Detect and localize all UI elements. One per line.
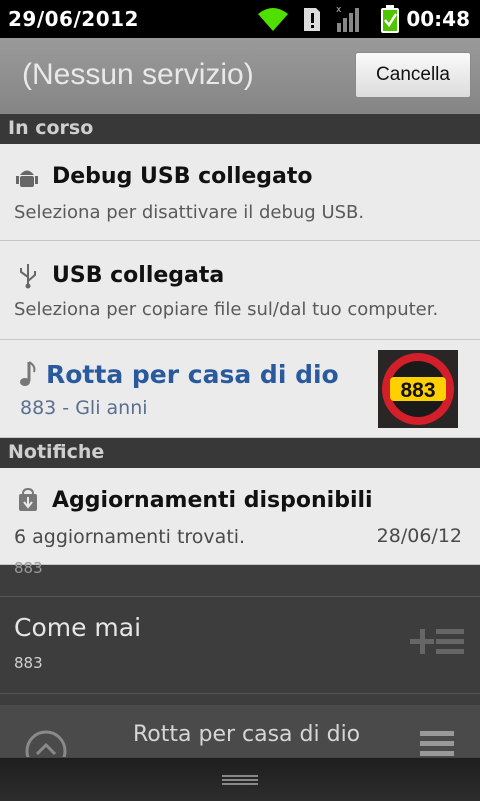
android-debug-icon: [16, 170, 38, 187]
now-playing-bar[interactable]: Rotta per casa di dio: [0, 705, 480, 765]
notification-date: 28/06/12: [376, 525, 462, 547]
signal-icon: x: [336, 5, 359, 32]
list-divider: [0, 596, 480, 597]
notification-updates[interactable]: Aggiornamenti disponibili 6 aggiornament…: [0, 468, 480, 565]
partial-artist-label: 883: [14, 559, 43, 577]
section-notifications: Notifiche: [0, 438, 480, 468]
music-track-title: Rotta per casa di dio: [46, 360, 339, 389]
music-artist-album: 883 - Gli anni: [20, 397, 148, 419]
svg-text:x: x: [336, 5, 342, 15]
notification-title: Debug USB collegato: [52, 164, 313, 189]
background-music-list: 883 Come mai 883 Rotta per casa di dio: [0, 559, 480, 765]
battery-icon: [381, 5, 399, 33]
notification-subtitle: Seleziona per copiare file sul/dal tuo c…: [14, 299, 439, 320]
notification-usb-connected[interactable]: USB collegata Seleziona per copiare file…: [0, 241, 480, 340]
notification-usb-debug[interactable]: Debug USB collegato Seleziona per disatt…: [0, 144, 480, 241]
album-art-883-logo: 883: [378, 350, 458, 428]
status-time: 00:48: [406, 7, 470, 31]
panel-drag-handle[interactable]: [0, 757, 480, 801]
playlist-icon[interactable]: [420, 729, 456, 759]
alert-icon: [304, 8, 320, 31]
song-title: Come mai: [14, 613, 142, 642]
notification-subtitle: 6 aggiornamenti trovati.: [14, 526, 246, 548]
drag-handle-icon: [222, 775, 258, 785]
carrier-label: (Nessun servizio): [22, 58, 254, 91]
list-divider: [0, 693, 480, 694]
download-bag-icon: [19, 488, 37, 511]
notification-title: USB collegata: [52, 263, 225, 288]
notification-title: Aggiornamenti disponibili: [52, 488, 373, 513]
status-date: 29/06/2012: [8, 7, 139, 31]
now-playing-title: Rotta per casa di dio: [133, 722, 361, 747]
music-note-icon: [20, 361, 36, 386]
svg-text:883: 883: [400, 379, 435, 402]
section-ongoing: In corso: [0, 114, 480, 144]
usb-icon: [20, 264, 36, 289]
album-art: 883: [378, 350, 458, 428]
status-bar: 29/06/2012 x 00:48: [0, 0, 480, 38]
notification-header: (Nessun servizio) Cancella: [0, 38, 480, 114]
wifi-icon: [258, 8, 288, 31]
chevron-up-icon[interactable]: [24, 729, 68, 759]
song-artist: 883: [14, 654, 43, 672]
notification-music[interactable]: Rotta per casa di dio 883 - Gli anni 883: [0, 340, 480, 438]
add-to-playlist-icon[interactable]: [410, 623, 466, 663]
clear-button[interactable]: Cancella: [355, 52, 471, 98]
notification-subtitle: Seleziona per disattivare il debug USB.: [14, 202, 365, 223]
